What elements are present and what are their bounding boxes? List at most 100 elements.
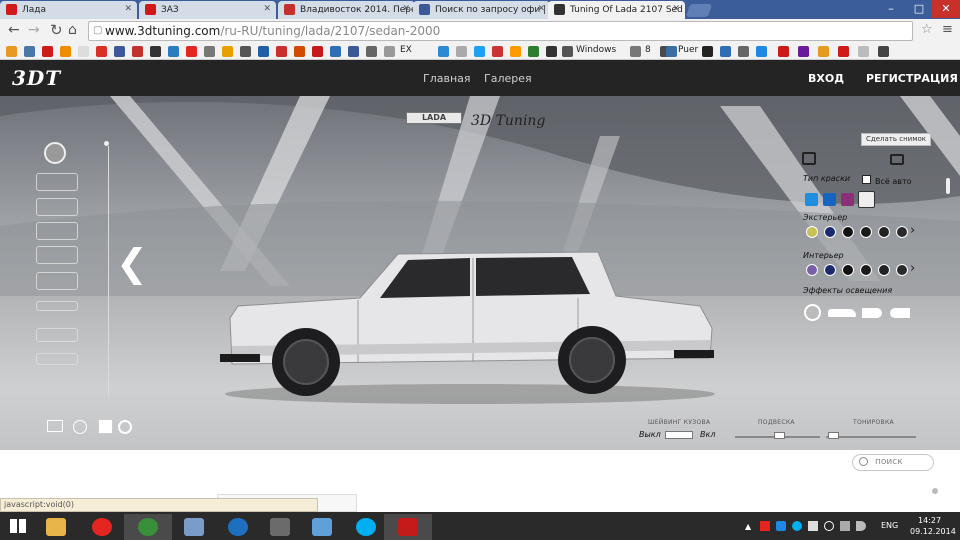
auto-rotate-icon[interactable]: [73, 420, 87, 434]
windows-start-icon[interactable]: [10, 519, 26, 533]
taskbar-ccleaner[interactable]: [214, 514, 262, 540]
bookmark-facebook-icon[interactable]: [348, 46, 359, 57]
bookmark-dark-icon[interactable]: [150, 46, 161, 57]
back-arrow-icon[interactable]: ←: [8, 22, 20, 38]
bookmark-ex-label[interactable]: EX: [400, 45, 412, 55]
tray-flag-icon[interactable]: [760, 521, 770, 531]
bookmark-navy-icon[interactable]: [258, 46, 269, 57]
interior-swatch[interactable]: [842, 264, 854, 276]
exterior-swatch[interactable]: [824, 226, 836, 238]
exhaust-icon[interactable]: [36, 353, 78, 365]
bookmark-grey-icon[interactable]: [738, 46, 749, 57]
register-link[interactable]: РЕГИСТРАЦИЯ: [866, 72, 958, 85]
bookmark-grey-icon[interactable]: [204, 46, 215, 57]
tinting-slider-track[interactable]: [826, 436, 916, 438]
reload-icon[interactable]: ↻: [50, 21, 63, 39]
body-roll-toggle[interactable]: [665, 431, 693, 439]
bookmark-blue-icon[interactable]: [720, 46, 731, 57]
bookmark-green-icon[interactable]: [528, 46, 539, 57]
taskbar-paint[interactable]: [170, 514, 218, 540]
bookmark-apps-icon[interactable]: [6, 46, 17, 57]
home-icon[interactable]: ⌂: [68, 22, 77, 38]
bookmark-grey-icon[interactable]: [858, 46, 869, 57]
bookmark-grey-icon[interactable]: [384, 46, 395, 57]
clock-time[interactable]: 14:27: [918, 516, 941, 525]
exterior-swatch[interactable]: [878, 226, 890, 238]
clock-date[interactable]: 09.12.2014: [910, 527, 956, 536]
color-square-button[interactable]: [98, 419, 113, 434]
browser-tab-zaz[interactable]: ЗАЗ ✕: [139, 1, 276, 19]
headlights-icon[interactable]: [36, 222, 78, 240]
bookmark-red-icon[interactable]: [276, 46, 287, 57]
bookmark-blue-icon[interactable]: [168, 46, 179, 57]
taillights-icon[interactable]: [36, 246, 78, 264]
tab-close-icon[interactable]: ✕: [402, 4, 410, 14]
maximize-button[interactable]: □: [905, 0, 933, 18]
bookmark-red-icon[interactable]: [838, 46, 849, 57]
bookmark-google-icon[interactable]: [96, 46, 107, 57]
tab-close-icon[interactable]: ✕: [124, 4, 132, 14]
bookmark-mobile-icon[interactable]: [240, 46, 251, 57]
taskbar-calculator[interactable]: [298, 514, 346, 540]
bookmark-blue-icon[interactable]: [330, 46, 341, 57]
paint-matte-icon[interactable]: [823, 193, 836, 206]
bookmark-page-icon[interactable]: [78, 46, 89, 57]
minimize-button[interactable]: –: [877, 0, 905, 18]
interior-swatch[interactable]: [824, 264, 836, 276]
bookmark-puer-label[interactable]: Puer: [678, 45, 698, 55]
address-bar[interactable]: ▢ www.3dtuning.com/ru-RU/tuning/lada/210…: [88, 21, 913, 41]
interior-swatch[interactable]: [806, 264, 818, 276]
bookmark-red-icon[interactable]: [778, 46, 789, 57]
background-image-icon[interactable]: [47, 420, 63, 432]
taskbar-explorer[interactable]: [32, 514, 80, 540]
rear-bumper-icon[interactable]: [36, 198, 78, 216]
network-icon[interactable]: [840, 521, 850, 531]
tab-close-icon[interactable]: ✕: [672, 4, 680, 14]
tray-app-icon[interactable]: [776, 521, 786, 531]
bookmark-dark-icon[interactable]: [702, 46, 713, 57]
bookmark-amber-icon[interactable]: [222, 46, 233, 57]
search-input[interactable]: поиск: [852, 454, 934, 471]
language-indicator[interactable]: ENG: [881, 521, 898, 530]
side-skirts-icon[interactable]: [36, 272, 78, 290]
taskbar-yandex[interactable]: [78, 514, 126, 540]
exterior-swatch[interactable]: [860, 226, 872, 238]
bookmark-red-icon[interactable]: [492, 46, 503, 57]
bookmark-amazon-icon[interactable]: [510, 46, 521, 57]
bookmark-blue-icon[interactable]: [438, 46, 449, 57]
bookmark-grey-icon[interactable]: [630, 46, 641, 57]
interior-swatch[interactable]: [878, 264, 890, 276]
exterior-swatch[interactable]: [896, 226, 908, 238]
bookmark-ok-icon[interactable]: [60, 46, 71, 57]
volume-icon[interactable]: [856, 521, 866, 531]
car-light-icon[interactable]: [828, 309, 856, 317]
chrome-menu-icon[interactable]: ≡: [942, 22, 953, 37]
wheel-light-icon[interactable]: [804, 304, 821, 321]
bookmark-star-icon[interactable]: ☆: [921, 22, 933, 37]
camera-icon[interactable]: [890, 154, 904, 165]
paint-custom-icon[interactable]: [858, 191, 875, 208]
taskbar-skype[interactable]: [342, 514, 390, 540]
bookmark-blue-icon[interactable]: [756, 46, 767, 57]
new-tab-button[interactable]: [685, 4, 713, 17]
bookmark-facebook-icon[interactable]: [114, 46, 125, 57]
tab-close-icon[interactable]: ✕: [537, 4, 545, 14]
bookmark-grey-icon[interactable]: [456, 46, 467, 57]
bookmark-dark-icon[interactable]: [546, 46, 557, 57]
bookmark-gmail-icon[interactable]: [186, 46, 197, 57]
exterior-swatch[interactable]: [842, 226, 854, 238]
steering-wheel-icon[interactable]: [118, 420, 132, 434]
bookmark-youtube-icon[interactable]: [312, 46, 323, 57]
all-car-checkbox[interactable]: [862, 175, 871, 184]
login-link[interactable]: ВХОД: [808, 72, 844, 85]
interior-swatch[interactable]: [860, 264, 872, 276]
tinting-slider-handle[interactable]: [828, 432, 839, 439]
bookmark-orange-icon[interactable]: [294, 46, 305, 57]
tray-shield-icon[interactable]: [824, 521, 834, 531]
tab-close-icon[interactable]: ✕: [263, 4, 271, 14]
hood-icon[interactable]: [36, 301, 78, 311]
front-bumper-icon[interactable]: [36, 173, 78, 191]
browser-tab-tuning[interactable]: Tuning Of Lada 2107 Sed ✕: [548, 1, 685, 19]
wheels-icon[interactable]: [44, 142, 66, 164]
bookmark-blue-icon[interactable]: [666, 46, 677, 57]
